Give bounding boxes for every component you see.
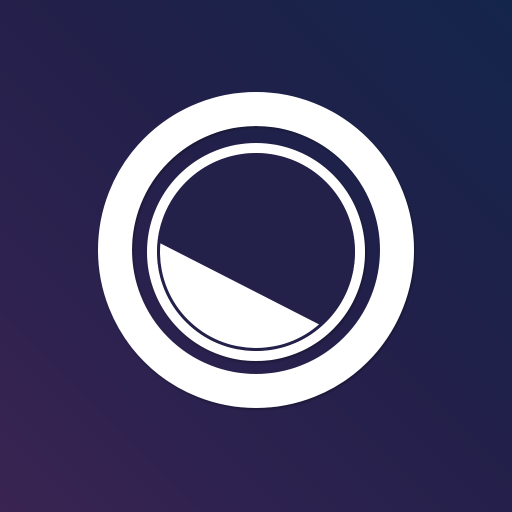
app-icon-canvas [0,0,512,512]
dial-logo-icon [98,92,414,408]
